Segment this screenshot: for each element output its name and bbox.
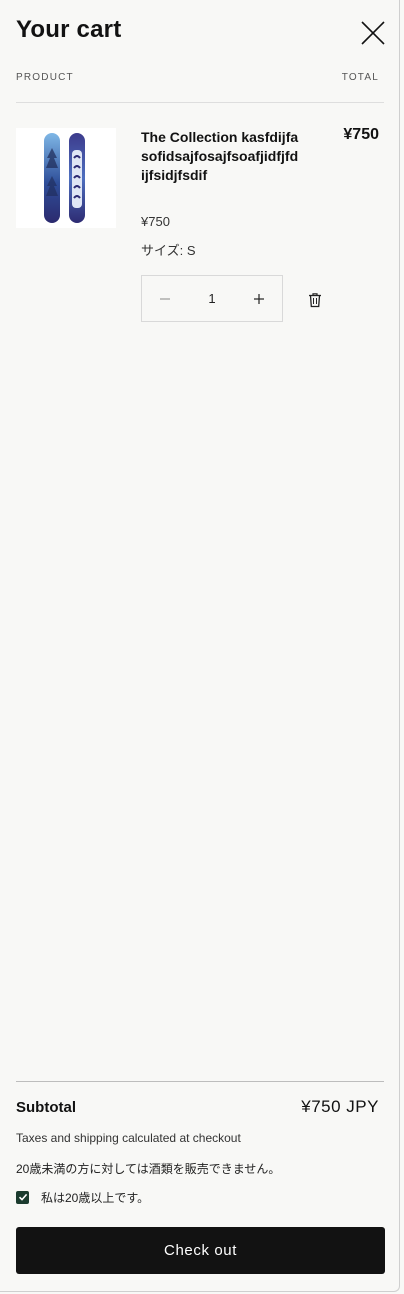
plus-icon (254, 293, 264, 304)
age-confirm-label[interactable]: 私は20歳以上です。 (41, 1189, 149, 1206)
header-divider (16, 102, 384, 103)
cart-title: Your cart (16, 16, 122, 43)
product-name-link[interactable]: The Collection kasfdijfasofidsajfosajfso… (141, 128, 301, 185)
quantity-decrease-button[interactable] (142, 276, 188, 321)
column-header-total: TOTAL (341, 72, 379, 83)
checkout-button[interactable]: Check out (16, 1227, 385, 1274)
age-restriction-notice: 20歳未満の方に対しては酒類を販売できません。 (16, 1162, 281, 1176)
age-confirmation: 私は20歳以上です。 (16, 1188, 149, 1206)
product-thumbnail[interactable] (16, 128, 116, 228)
remove-item-button[interactable] (306, 291, 324, 309)
option-label: サイズ: (141, 243, 184, 258)
close-button[interactable] (358, 18, 388, 48)
variant-option: サイズ: S (141, 240, 196, 259)
minus-icon (160, 297, 170, 300)
age-confirm-checkbox[interactable] (16, 1190, 29, 1204)
close-icon (361, 21, 385, 45)
subtotal-label: Subtotal (16, 1099, 76, 1116)
snowboard-image (44, 133, 85, 223)
quantity-input[interactable]: 1 (188, 276, 236, 321)
unit-price: ¥750 (141, 214, 170, 229)
quantity-increase-button[interactable] (236, 276, 282, 321)
quantity-stepper: 1 (141, 275, 283, 322)
option-value: S (186, 243, 196, 258)
trash-icon (309, 293, 321, 308)
checkmark-icon (18, 1193, 27, 1201)
tax-shipping-note: Taxes and shipping calculated at checkou… (16, 1131, 241, 1145)
cart-drawer: Your cart PRODUCT TOTAL The Collection k… (0, 0, 400, 1292)
subtotal-value: ¥750 JPY (301, 1097, 379, 1116)
footer-divider (16, 1081, 384, 1082)
column-header-product: PRODUCT (16, 72, 74, 83)
line-item-total: ¥750 (343, 126, 379, 143)
